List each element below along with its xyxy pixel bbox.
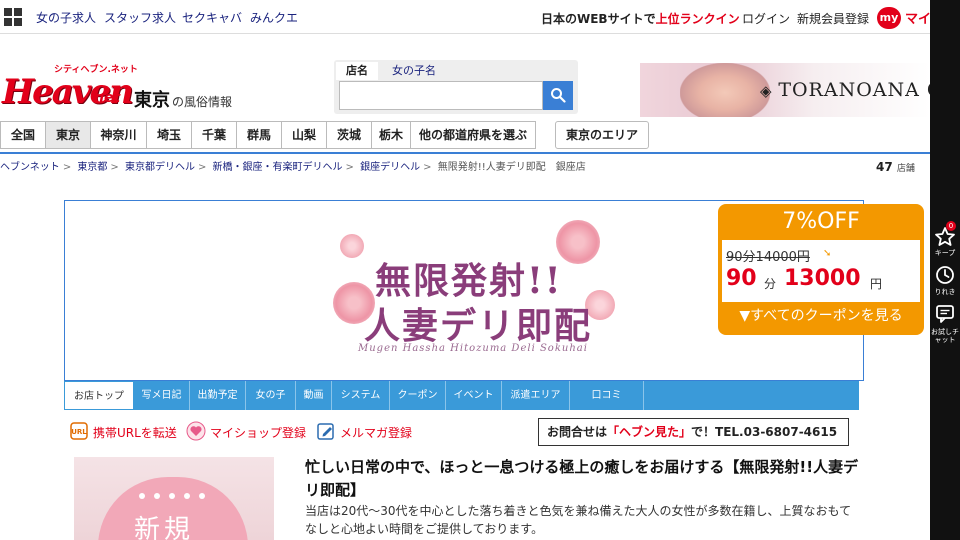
contact-phone[interactable]: で！TEL.03-6807-4615 xyxy=(691,425,837,439)
region-nav-other-prefectures[interactable]: 他の都道府県を選ぶ xyxy=(410,121,536,149)
top-bar: 女の子求人 スタッフ求人 セクキャバ みんクエ 日本のWEBサイトで上位ランクイ… xyxy=(0,0,930,34)
shop-nav-coupon[interactable]: クーポン xyxy=(390,381,446,410)
region-nav-chiba[interactable]: 千葉 xyxy=(191,121,237,149)
region-nav-tokyo[interactable]: 東京 xyxy=(45,121,91,149)
ad-logo-icon: ◈ xyxy=(760,82,779,100)
top-link-girl-recruit[interactable]: 女の子求人 xyxy=(36,9,96,26)
url-transfer-link[interactable]: 携帯URLを転送 xyxy=(93,424,177,441)
nav-divider xyxy=(0,152,930,154)
region-nav-saitama[interactable]: 埼玉 xyxy=(146,121,192,149)
breadcrumb-item[interactable]: 東京都デリヘル xyxy=(125,162,195,173)
region-nav-zenkoku[interactable]: 全国 xyxy=(0,121,46,149)
new-label: 新規 xyxy=(134,515,195,540)
keep-count-badge: 0 xyxy=(946,221,956,231)
shop-count-unit: 店舗 xyxy=(896,164,915,174)
contact-box: お問合せは「ヘブン見た」で！TEL.03-6807-4615 xyxy=(538,418,849,446)
top-link-sekukyaba[interactable]: セクキャバ xyxy=(182,9,242,26)
history-label: りれき xyxy=(934,288,956,296)
breadcrumb-item[interactable]: 新橋・銀座・有楽町デリヘル xyxy=(213,162,343,173)
shop-nav-event[interactable]: イベント xyxy=(446,381,502,410)
shop-nav: お店トップ 写メ日記 出勤予定 女の子 動画 システム クーポン イベント 派遣… xyxy=(64,381,859,410)
my-badge-icon[interactable]: my xyxy=(877,7,901,29)
breadcrumb-item[interactable]: ヘブンネット xyxy=(0,162,60,173)
down-arrow-icon: ➘ xyxy=(823,248,832,259)
shop-count: 47 店舗 xyxy=(876,160,915,174)
region-nav-kanagawa[interactable]: 神奈川 xyxy=(90,121,147,149)
breadcrumb-item[interactable]: 銀座デリヘル xyxy=(360,162,420,173)
region-subtitle: の風俗情報 xyxy=(172,95,233,109)
search-icon xyxy=(551,88,566,103)
coupon-price-unit: 円 xyxy=(870,277,883,291)
search-tab-shop[interactable]: 店名 xyxy=(336,62,378,80)
top-link-minkue[interactable]: みんクエ xyxy=(250,9,298,26)
coupon-old-price: 90分14000円 xyxy=(726,250,810,265)
rank-message: 日本のWEBサイトで上位ランクイン xyxy=(541,10,740,27)
view-all-coupons-button[interactable]: ▼すべてのクーポンを見る xyxy=(718,305,924,325)
region-nav-gunma[interactable]: 群馬 xyxy=(236,121,282,149)
shop-nav-video[interactable]: 動画 xyxy=(296,381,332,410)
svg-text:URL: URL xyxy=(71,428,87,436)
shop-nav-reviews[interactable]: 口コミ xyxy=(570,381,644,410)
shop-nav-diary[interactable]: 写メ日記 xyxy=(134,381,190,410)
ad-text: ◈ TORANOANA G xyxy=(760,79,930,101)
shop-nav-schedule[interactable]: 出勤予定 xyxy=(190,381,246,410)
logo-net-text: net xyxy=(94,90,121,106)
girl-photo[interactable]: 新規 xyxy=(74,457,274,540)
coupon-discount: 7%OFF xyxy=(782,209,860,234)
region-nav: 全国 東京 神奈川 埼玉 千葉 群馬 山梨 茨城 栃木 他の都道府県を選ぶ xyxy=(0,121,536,149)
login-link[interactable]: ログイン xyxy=(742,10,790,27)
contact-highlight: 「ヘブン見た」 xyxy=(607,425,692,439)
shop-logo-line2: 人妻デリ即配 xyxy=(364,305,593,347)
heart-icon[interactable] xyxy=(186,421,206,441)
mail-edit-icon[interactable] xyxy=(316,421,336,441)
shop-nav-area[interactable]: 派遣エリア xyxy=(502,381,570,410)
search-tab-girl[interactable]: 女の子名 xyxy=(384,62,444,80)
site-logo[interactable]: シティヘブン.ネット Heaven net xyxy=(2,62,138,112)
register-link[interactable]: 新規会員登録 xyxy=(797,10,869,27)
chat-label: お試しチャット xyxy=(931,328,959,344)
shop-catchcopy: 忙しい日常の中で、ほっと一息つける極上の癒しをお届けする【無限発射!!人妻デリ即… xyxy=(305,458,859,499)
history-icon[interactable] xyxy=(934,264,956,286)
shop-nav-top[interactable]: お店トップ xyxy=(64,381,134,410)
tokyo-area-button[interactable]: 東京のエリア xyxy=(555,121,649,149)
region-nav-ibaraki[interactable]: 茨城 xyxy=(326,121,372,149)
mailmag-register-link[interactable]: メルマガ登録 xyxy=(340,424,412,441)
region-nav-tochigi[interactable]: 栃木 xyxy=(371,121,411,149)
top-link-staff-recruit[interactable]: スタッフ求人 xyxy=(104,9,176,26)
coupon-price: 13000 xyxy=(784,266,861,291)
coupon-minutes: 90 xyxy=(726,266,757,291)
url-icon[interactable]: URL xyxy=(69,421,89,441)
dots-decoration xyxy=(139,493,205,499)
coupon-minutes-unit: 分 xyxy=(764,277,777,291)
contact-prefix: お問合せは xyxy=(547,425,608,439)
my-page-link[interactable]: マイ xyxy=(905,8,930,27)
search-input[interactable] xyxy=(339,81,543,110)
flower-decoration xyxy=(340,234,364,258)
myshop-register-link[interactable]: マイショップ登録 xyxy=(210,424,306,441)
ad-banner[interactable]: ◈ TORANOANA G xyxy=(640,63,930,117)
keep-label: キープ xyxy=(934,249,956,257)
shop-count-value: 47 xyxy=(876,160,893,174)
shop-nav-girls[interactable]: 女の子 xyxy=(246,381,296,410)
breadcrumb: ヘブンネット > 東京都 > 東京都デリヘル > 新橋・銀座・有楽町デリヘル > 銀座デ… xyxy=(0,162,586,173)
breadcrumb-item[interactable]: 東京都 xyxy=(77,162,107,173)
ad-text-label: TORANOANA G xyxy=(778,79,930,101)
shop-nav-system[interactable]: システム xyxy=(332,381,390,410)
ad-image xyxy=(680,63,770,117)
rank-highlight: 上位ランクイン xyxy=(655,12,740,26)
shop-description: 当店は20代～30代を中心とした落ち着きと色気を兼ね備えた大人の女性が多数在籍し… xyxy=(305,504,852,536)
chat-icon[interactable] xyxy=(934,303,956,325)
shop-logo-roman: Mugen Hassha Hitozuma Deli Sokuhai xyxy=(358,343,588,354)
search-button[interactable] xyxy=(543,81,573,110)
rank-prefix: 日本のWEBサイトで xyxy=(541,12,656,26)
grid-menu-icon[interactable] xyxy=(4,8,22,26)
region-nav-yamanashi[interactable]: 山梨 xyxy=(281,121,327,149)
breadcrumb-current: 無限発射!!人妻デリ即配 銀座店 xyxy=(437,162,586,173)
region-title: 東京 xyxy=(134,90,170,111)
